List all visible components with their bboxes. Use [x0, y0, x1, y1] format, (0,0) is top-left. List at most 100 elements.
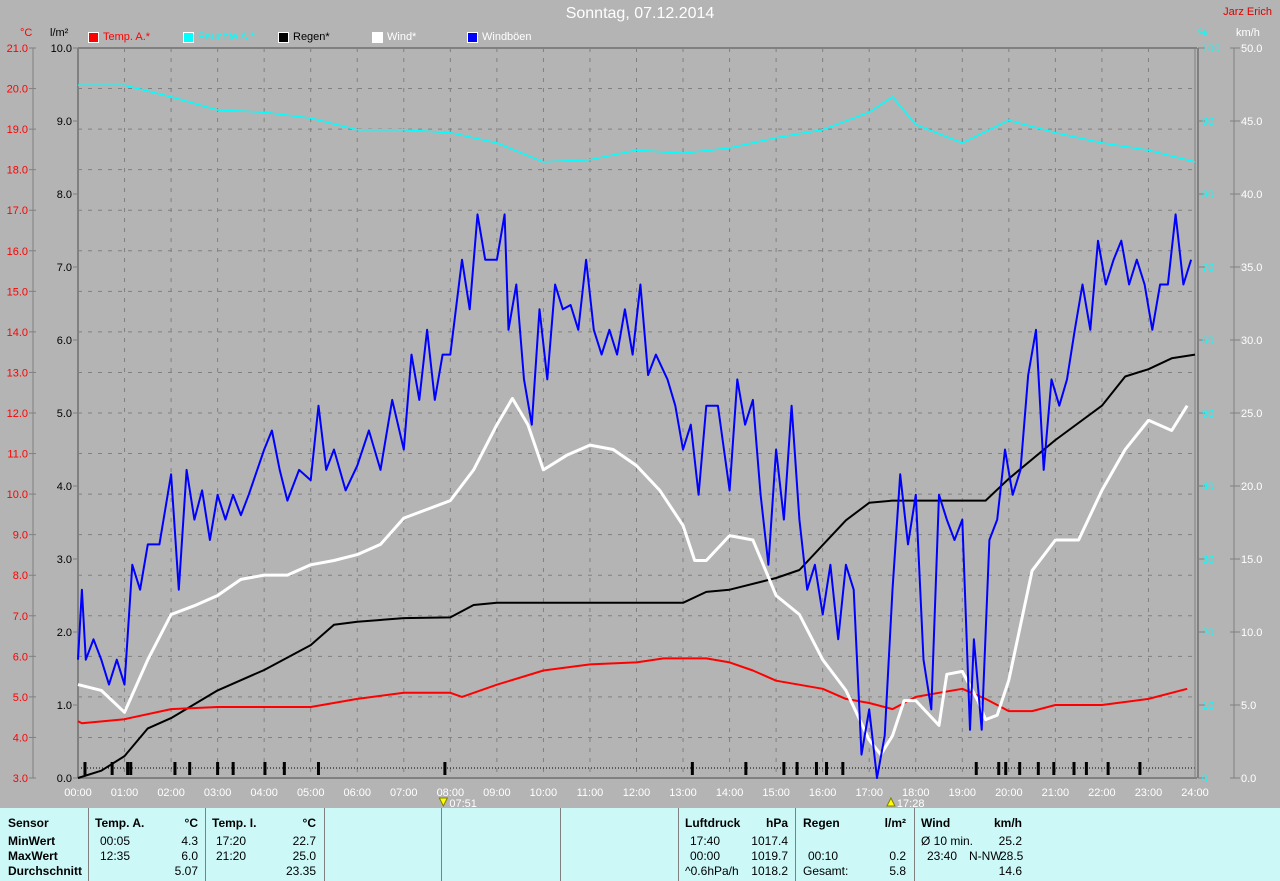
legend-wind[interactable]: Wind*	[372, 31, 416, 43]
time-tick-label: 17:00	[855, 787, 883, 799]
temp-a-max: 6.0	[181, 849, 198, 863]
rain-event-bar	[129, 762, 133, 775]
temp-i-max: 25.0	[292, 849, 316, 863]
rain-event-bar	[83, 762, 87, 775]
rain-axis-unit: l/m²	[50, 27, 69, 39]
rain-event-bar	[1018, 762, 1022, 775]
temp-tick-label: 6.0	[13, 651, 28, 663]
humidity-tick-label: 100	[1202, 43, 1220, 55]
time-tick-label: 16:00	[809, 787, 837, 799]
rain-tick-label: 6.0	[57, 335, 72, 347]
legend-rain[interactable]: Regen*	[278, 31, 330, 43]
temp-axis-unit: °C	[20, 27, 33, 39]
rain-tick-label: 5.0	[57, 408, 72, 420]
temp-i-avg: 23.35	[285, 864, 316, 878]
wind-tick-label: 10.0	[1241, 627, 1262, 639]
rain-event-bar	[814, 762, 818, 775]
temp-tick-label: 17.0	[7, 205, 28, 217]
column-divider	[441, 808, 442, 881]
rain-tick-label: 9.0	[57, 116, 72, 128]
legend-swatch	[278, 31, 289, 43]
rain-event-bar	[997, 762, 1001, 775]
temp-a-unit: °C	[184, 816, 198, 830]
humidity-tick-label: 60	[1202, 335, 1214, 347]
rain-max: 0.2	[889, 849, 906, 863]
time-tick-label: 07:00	[390, 787, 418, 799]
legend-label: Temp. A.*	[103, 31, 151, 43]
rain-event-bar	[1004, 762, 1008, 775]
rain-max-time: 00:10	[808, 849, 839, 863]
temp-a-max-time: 12:35	[100, 849, 131, 863]
wind-max: 28.5	[1000, 849, 1024, 863]
time-tick-label: 13:00	[669, 787, 697, 799]
rain-event-bar	[282, 762, 286, 775]
temp-tick-label: 4.0	[13, 732, 28, 744]
column-divider	[324, 808, 325, 881]
humidity-tick-label: 10	[1202, 700, 1214, 712]
time-tick-label: 02:00	[157, 787, 185, 799]
rain-event-bar	[263, 762, 267, 775]
pressure-min-time: 17:40	[690, 834, 721, 848]
rain-event-bar	[841, 762, 845, 775]
rain-event-bar	[443, 762, 447, 775]
pressure-avg: 1018.2	[751, 864, 788, 878]
wind-axis-unit: km/h	[1236, 27, 1260, 39]
rain-event-bar	[173, 762, 177, 775]
rain-event-bar	[1036, 762, 1040, 775]
time-tick-label: 06:00	[343, 787, 371, 799]
rain-tick-label: 4.0	[57, 481, 72, 493]
sunrise-icon	[438, 797, 449, 808]
wind-tick-label: 30.0	[1241, 335, 1262, 347]
temp-i-unit: °C	[302, 816, 316, 830]
row-label-max: MaxWert	[8, 849, 58, 863]
rain-event-bar	[1138, 762, 1142, 775]
time-tick-label: 20:00	[995, 787, 1023, 799]
time-tick-label: 22:00	[1088, 787, 1116, 799]
summary-table: Sensor MinWert MaxWert Durchschnitt Temp…	[0, 808, 1280, 881]
time-tick-label: 01:00	[111, 787, 139, 799]
humidity-tick-label: 80	[1202, 189, 1214, 201]
legend-label: Regen*	[293, 31, 330, 43]
wind-avg10-label: Ø 10 min.	[921, 834, 974, 848]
temp-tick-label: 14.0	[7, 327, 28, 339]
rain-event-bar	[126, 762, 130, 775]
temp-tick-label: 13.0	[7, 367, 28, 379]
time-tick-label: 05:00	[297, 787, 325, 799]
rain-tick-label: 1.0	[57, 700, 72, 712]
humidity-tick-label: 0	[1202, 773, 1208, 785]
rain-event-bar	[744, 762, 748, 775]
temp-i-header: Temp. I.	[212, 816, 257, 830]
temp-tick-label: 3.0	[13, 773, 28, 785]
rain-total-label: Gesamt:	[803, 864, 849, 878]
humidity-tick-label: 90	[1202, 116, 1214, 128]
author-label: Jarz Erich	[1223, 6, 1272, 18]
legend-label: Feuchte A.*	[198, 31, 255, 43]
time-tick-label: 04:00	[250, 787, 278, 799]
rain-event-bar	[782, 762, 786, 775]
wind-tick-label: 5.0	[1241, 700, 1256, 712]
pressure-header: Luftdruck	[685, 816, 741, 830]
temp-tick-label: 8.0	[13, 570, 28, 582]
series-line-feuchte-a	[78, 84, 1196, 163]
wind-max-time: 23:40	[927, 849, 958, 863]
legend-label: Wind*	[387, 31, 417, 43]
column-divider	[205, 808, 206, 881]
temp-tick-label: 12.0	[7, 408, 28, 420]
rain-event-bar	[1084, 762, 1088, 775]
series-line-windb-en	[77, 213, 1193, 779]
series-line-wind	[77, 396, 1189, 757]
time-tick-label: 03:00	[204, 787, 232, 799]
time-tick-label: 10:00	[530, 787, 558, 799]
temp-i-max-time: 21:20	[216, 849, 247, 863]
wind-tick-label: 0.0	[1241, 773, 1256, 785]
legend-gusts[interactable]: Windböen	[467, 31, 532, 43]
legend-humidity[interactable]: Feuchte A.*	[183, 31, 255, 43]
sunset-icon	[886, 796, 896, 807]
time-tick-label: 19:00	[949, 787, 977, 799]
row-label-avg: Durchschnitt	[8, 864, 83, 878]
legend-temp[interactable]: Temp. A.*	[88, 31, 150, 43]
wind-tick-label: 15.0	[1241, 554, 1262, 566]
temp-tick-label: 11.0	[7, 449, 28, 461]
rain-event-bar	[316, 762, 320, 775]
rain-total: 5.8	[889, 864, 906, 878]
